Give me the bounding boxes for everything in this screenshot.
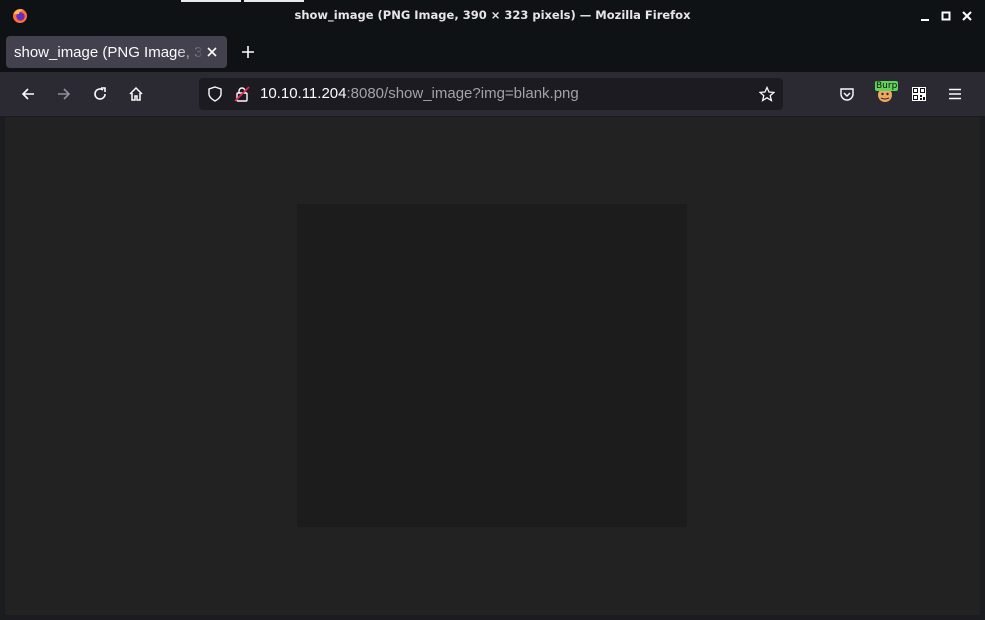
tab-close-icon[interactable] (205, 45, 219, 59)
shield-icon[interactable] (207, 86, 223, 102)
title-strip-mark (181, 0, 241, 2)
lock-insecure-icon[interactable] (234, 86, 250, 102)
url-text[interactable]: 10.10.11.204:8080/show_image?img=blank.p… (260, 85, 579, 102)
hamburger-menu-icon[interactable] (945, 84, 965, 104)
qr-code-icon[interactable] (909, 84, 929, 104)
page-content (5, 117, 980, 615)
navigation-toolbar: 10.10.11.204:8080/show_image?img=blank.p… (0, 72, 985, 116)
url-path: :8080/show_image?img=blank.png (346, 85, 579, 102)
close-icon[interactable] (960, 9, 974, 23)
url-bar[interactable]: 10.10.11.204:8080/show_image?img=blank.p… (199, 78, 783, 110)
title-strip-mark (244, 0, 304, 2)
back-arrow-icon[interactable] (18, 84, 38, 104)
maximize-icon[interactable] (939, 9, 953, 23)
tab-strip: show_image (PNG Image, 390 × 323 pixels) (0, 32, 985, 72)
browser-window: show_image (PNG Image, 390 × 323 pixels)… (0, 0, 985, 620)
reload-icon[interactable] (90, 84, 110, 104)
burp-label: Burp (875, 81, 899, 91)
window-title: show_image (PNG Image, 390 × 323 pixels)… (294, 8, 691, 22)
url-host: 10.10.11.204 (260, 85, 347, 102)
minimize-icon[interactable] (918, 9, 932, 23)
home-icon[interactable] (126, 84, 146, 104)
frame-edge-right (980, 116, 985, 620)
pocket-icon[interactable] (837, 84, 857, 104)
new-tab-plus-icon[interactable] (240, 44, 256, 60)
title-bar: show_image (PNG Image, 390 × 323 pixels)… (0, 0, 985, 32)
tab-label: show_image (PNG Image, 390 × 323 pixels) (14, 44, 204, 61)
star-icon[interactable] (758, 85, 776, 102)
burp-extension-icon[interactable]: Burp (875, 81, 899, 103)
forward-arrow-icon[interactable] (54, 84, 74, 104)
tab-show-image[interactable]: show_image (PNG Image, 390 × 323 pixels) (6, 36, 227, 68)
displayed-png-image (297, 204, 687, 527)
